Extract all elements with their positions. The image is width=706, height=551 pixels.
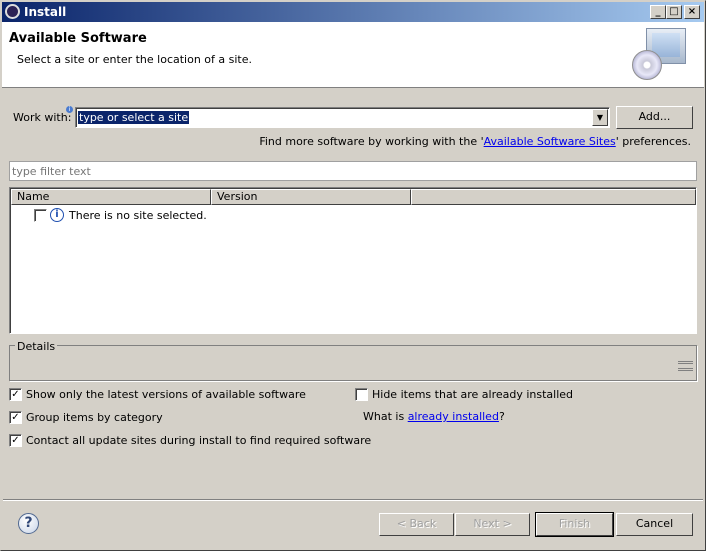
finish-button[interactable]: Finish: [535, 512, 614, 537]
title-bar: Install _ □ ×: [2, 2, 704, 22]
add-site-button[interactable]: Add...: [616, 106, 693, 129]
column-version[interactable]: Version: [211, 189, 411, 205]
sites-hint: Find more software by working with the '…: [259, 135, 691, 148]
hide-installed-checkbox[interactable]: [355, 388, 368, 401]
row-name: There is no site selected.: [69, 209, 207, 222]
table-row[interactable]: i There is no site selected.: [34, 208, 434, 224]
info-icon: i: [50, 208, 64, 222]
next-button[interactable]: Next >: [455, 513, 530, 536]
button-bar-separator: [3, 499, 703, 501]
details-group: Details: [9, 340, 697, 381]
details-sash-icon[interactable]: [678, 361, 693, 371]
work-with-label: Work with:: [13, 111, 72, 124]
page-title: Available Software: [9, 31, 147, 46]
wizard-header: Available Software Select a site or ente…: [2, 22, 704, 88]
available-software-sites-link[interactable]: Available Software Sites: [484, 135, 616, 148]
combo-dropdown-button[interactable]: ▼: [592, 109, 608, 126]
column-name[interactable]: Name: [11, 189, 211, 205]
software-table: Name Version i There is no site selected…: [9, 187, 697, 334]
install-software-icon: [632, 28, 688, 86]
maximize-button[interactable]: □: [666, 5, 682, 19]
close-button[interactable]: ×: [684, 5, 700, 19]
info-decoration-icon: i: [66, 106, 73, 113]
page-description: Select a site or enter the location of a…: [17, 53, 253, 66]
back-button[interactable]: < Back: [379, 513, 454, 536]
row-checkbox[interactable]: [34, 209, 47, 222]
work-with-value: type or select a site: [78, 111, 190, 124]
what-is-installed: What is already installed?: [363, 410, 505, 423]
details-label: Details: [15, 340, 58, 353]
work-with-combo[interactable]: type or select a site ▼: [75, 107, 610, 128]
eclipse-icon: [5, 4, 20, 19]
cancel-button[interactable]: Cancel: [616, 513, 693, 536]
show-latest-checkbox[interactable]: ✓: [9, 388, 22, 401]
group-category-checkbox[interactable]: ✓: [9, 411, 22, 424]
table-header: Name Version: [11, 189, 696, 205]
window-title: Install: [24, 5, 67, 19]
already-installed-link[interactable]: already installed: [408, 410, 499, 423]
help-icon[interactable]: ?: [18, 513, 39, 534]
contact-sites-checkbox[interactable]: ✓: [9, 434, 22, 447]
filter-input[interactable]: [9, 161, 697, 181]
minimize-button[interactable]: _: [650, 5, 666, 19]
